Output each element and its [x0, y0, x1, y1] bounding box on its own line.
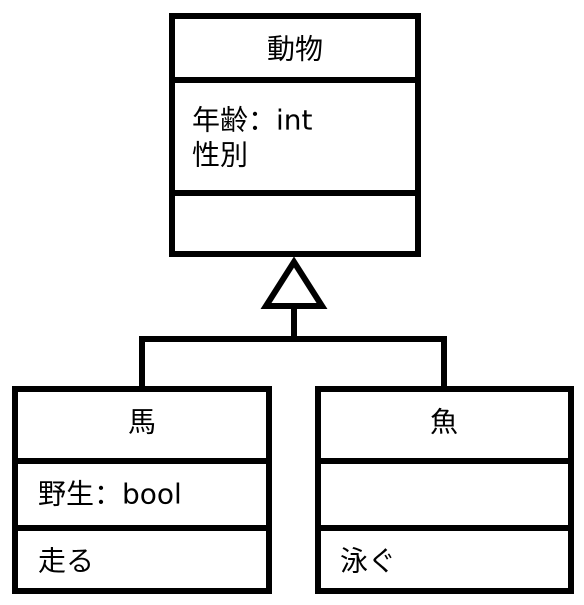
- class-horse-operation: 走る: [38, 545, 94, 578]
- class-horse[interactable]: 馬 野生：bool 走る: [12, 386, 272, 594]
- class-animal-attribute: 年齢：int: [192, 104, 313, 137]
- class-fish-operation: 泳ぐ: [340, 545, 396, 578]
- class-fish-name: 魚: [430, 406, 458, 439]
- generalization-connector: [139, 256, 447, 392]
- class-horse-attribute: 野生：bool: [38, 478, 182, 511]
- generalization-arrowhead: [260, 256, 328, 309]
- class-diagram: 動物 年齢：int 性別 馬 野生：bool 走る 魚 泳ぐ: [12, 13, 574, 594]
- class-animal[interactable]: 動物 年齢：int 性別: [169, 13, 421, 257]
- class-horse-name: 馬: [128, 406, 156, 439]
- class-animal-attribute: 性別: [192, 139, 248, 172]
- class-animal-name: 動物: [267, 33, 323, 66]
- class-fish[interactable]: 魚 泳ぐ: [315, 386, 574, 594]
